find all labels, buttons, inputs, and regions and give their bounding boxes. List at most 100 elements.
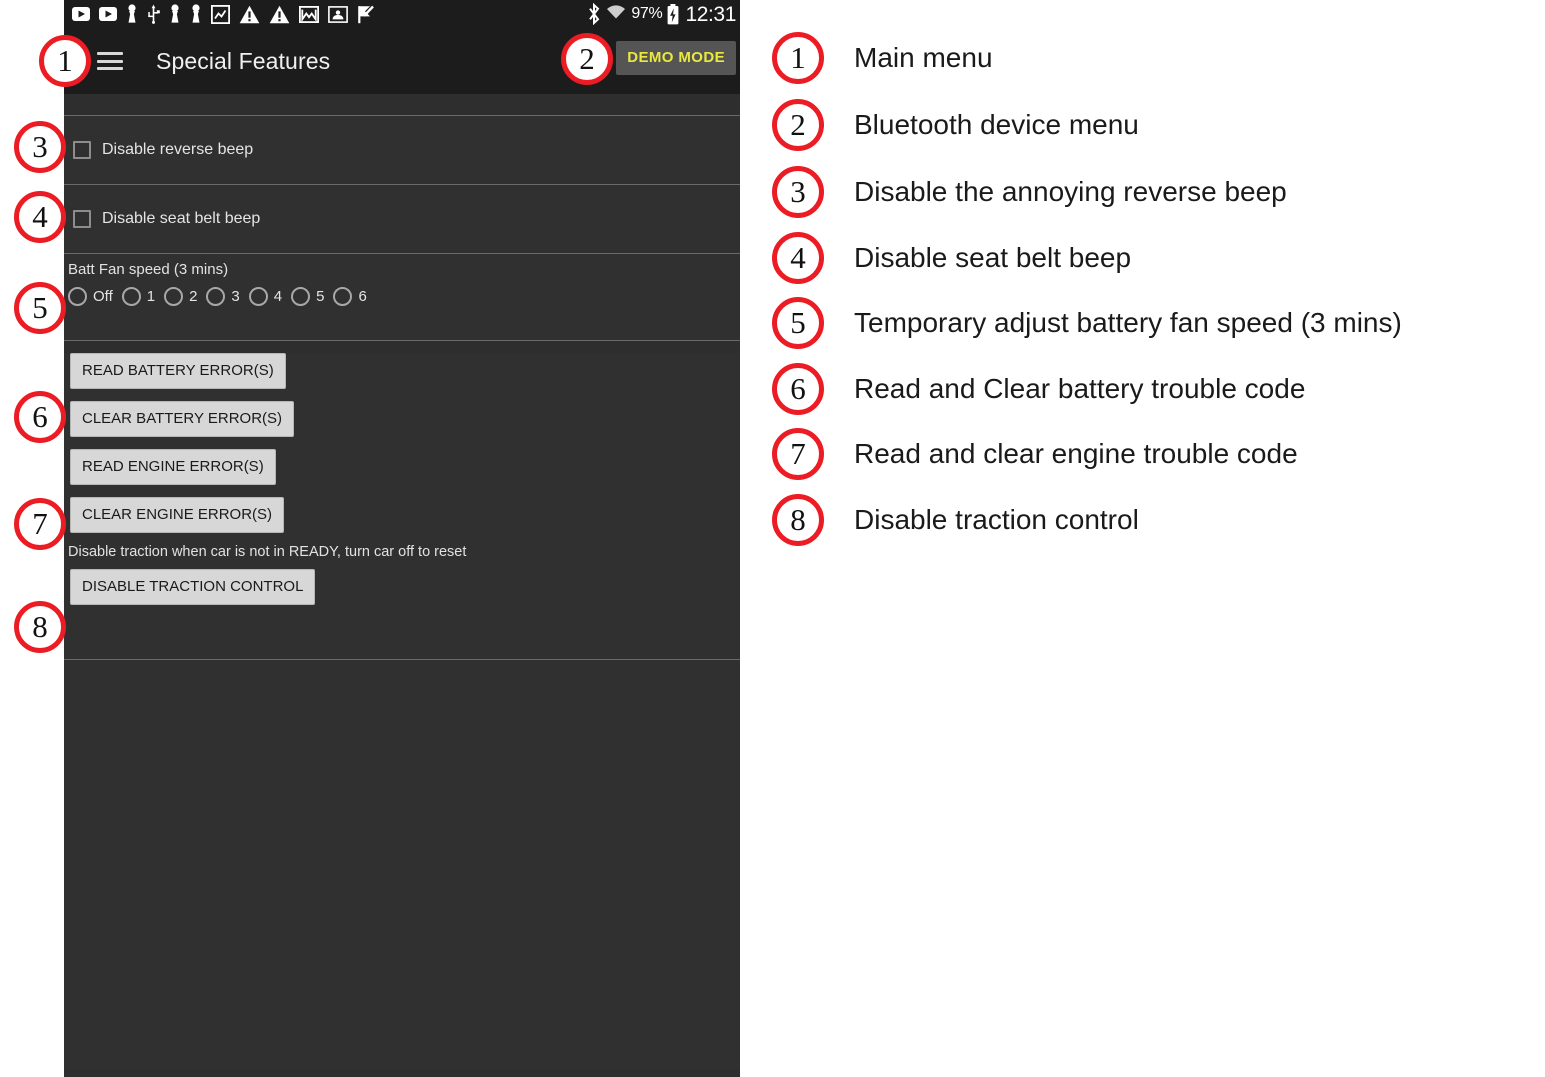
radio-option-fan-2[interactable]: 2 — [164, 287, 197, 306]
radio-label: 5 — [316, 288, 325, 305]
label-disable-seat-belt-beep: Disable seat belt beep — [102, 210, 261, 227]
status-bar-clock: 12:31 — [685, 2, 736, 26]
legend-text-6: Read and Clear battery trouble code — [854, 373, 1306, 404]
clear-battery-errors-button[interactable]: CLEAR BATTERY ERROR(S) — [70, 401, 295, 437]
setting-row-disable-reverse-beep[interactable]: Disable reverse beep — [64, 116, 740, 184]
legend-text-3: Disable the annoying reverse beep — [854, 176, 1287, 207]
legend-item-1: 1 Main menu — [772, 32, 993, 84]
radio-circle-icon[interactable] — [333, 287, 353, 306]
button-row: CLEAR ENGINE ERROR(S) — [64, 497, 740, 533]
callout-marker-4: 4 — [14, 191, 66, 243]
callout-marker-8: 8 — [14, 601, 66, 653]
empty-list-area — [64, 660, 740, 1069]
radio-circle-icon[interactable] — [206, 287, 226, 306]
hamburger-line — [97, 59, 123, 63]
radio-circle-icon[interactable] — [121, 287, 141, 306]
read-engine-errors-button[interactable]: READ ENGINE ERROR(S) — [70, 449, 276, 485]
android-status-bar: 97% 12:31 — [64, 0, 740, 28]
radio-circle-icon[interactable] — [164, 287, 184, 306]
radio-option-fan-1[interactable]: 1 — [121, 287, 156, 306]
usb-icon — [148, 4, 160, 24]
radio-option-fan-5[interactable]: 5 — [291, 287, 324, 306]
legend-text-8: Disable traction control — [854, 504, 1139, 535]
wifi-icon — [607, 5, 626, 23]
checked-flag-icon — [358, 5, 374, 23]
legend-marker-8: 8 — [772, 494, 824, 546]
button-row: DISABLE TRACTION CONTROL — [64, 569, 740, 605]
photo-icon — [211, 4, 230, 24]
legend-item-2: 2 Bluetooth device menu — [772, 99, 1139, 151]
warning-triangle-icon — [269, 5, 290, 23]
radio-option-fan-off[interactable]: Off — [68, 287, 113, 306]
legend-marker-5: 5 — [772, 297, 824, 349]
radio-circle-icon[interactable] — [291, 287, 311, 306]
disable-traction-control-button[interactable]: DISABLE TRACTION CONTROL — [70, 569, 316, 605]
setting-row-batt-fan-speed: Batt Fan speed (3 mins) Off 1 2 3 4 5 6 — [64, 254, 740, 340]
diagnostics-button-group: READ BATTERY ERROR(S) CLEAR BATTERY ERRO… — [64, 353, 740, 659]
label-disable-reverse-beep: Disable reverse beep — [102, 141, 254, 158]
label-batt-fan-speed: Batt Fan speed (3 mins) — [68, 261, 229, 278]
clear-engine-errors-button[interactable]: CLEAR ENGINE ERROR(S) — [70, 497, 285, 533]
battery-percent-label: 97% — [631, 5, 663, 22]
callout-marker-2: 2 — [561, 33, 613, 85]
radio-label: 4 — [273, 288, 283, 305]
chess-pawn-icon — [128, 4, 136, 23]
settings-list: Disable reverse beep Disable seat belt b… — [64, 94, 740, 1077]
legend-item-8: 8 Disable traction control — [772, 494, 1139, 546]
callout-marker-7: 7 — [14, 498, 66, 550]
legend-marker-6: 6 — [772, 363, 824, 415]
callout-marker-1: 1 — [39, 35, 91, 87]
list-divider — [64, 340, 740, 341]
keyboard-icon — [328, 5, 348, 23]
radio-circle-icon[interactable] — [248, 287, 268, 306]
page-title: Special Features — [156, 47, 331, 74]
radio-circle-icon[interactable] — [68, 287, 87, 306]
legend-marker-3: 3 — [772, 166, 824, 218]
battery-charging-icon — [668, 3, 679, 24]
legend-text-2: Bluetooth device menu — [854, 109, 1139, 140]
checkbox-disable-seat-belt-beep[interactable] — [73, 210, 91, 228]
demo-mode-button[interactable]: DEMO MODE — [616, 41, 736, 75]
status-bar-system-icons: 97% 12:31 — [587, 0, 736, 28]
legend-marker-7: 7 — [772, 428, 824, 480]
button-row: READ ENGINE ERROR(S) — [64, 449, 740, 485]
radio-option-fan-3[interactable]: 3 — [206, 287, 240, 306]
status-bar-notification-icons — [72, 4, 375, 24]
legend-text-7: Read and clear engine trouble code — [854, 438, 1298, 469]
bluetooth-icon — [589, 3, 600, 25]
radio-option-fan-4[interactable]: 4 — [248, 287, 283, 306]
legend-marker-1: 1 — [772, 32, 824, 84]
legend-text-1: Main menu — [854, 42, 993, 73]
button-row: READ BATTERY ERROR(S) — [64, 353, 740, 389]
traction-control-note: Disable traction when car is not in READ… — [68, 544, 467, 560]
legend-text-4: Disable seat belt beep — [854, 242, 1132, 273]
setting-row-disable-seat-belt-beep[interactable]: Disable seat belt beep — [64, 185, 740, 253]
chess-pawn-icon — [192, 4, 200, 23]
legend-text-5: Temporary adjust battery fan speed (3 mi… — [854, 307, 1402, 338]
radio-option-fan-6[interactable]: 6 — [333, 287, 367, 306]
legend-item-6: 6 Read and Clear battery trouble code — [772, 363, 1305, 415]
chess-pawn-icon — [171, 4, 179, 23]
legend-item-4: 4 Disable seat belt beep — [772, 232, 1131, 284]
read-battery-errors-button[interactable]: READ BATTERY ERROR(S) — [70, 353, 286, 389]
legend-item-5: 5 Temporary adjust battery fan speed (3 m… — [772, 297, 1402, 349]
callout-marker-6: 6 — [14, 391, 66, 443]
warning-triangle-icon — [239, 5, 260, 23]
checkbox-disable-reverse-beep[interactable] — [73, 141, 91, 159]
legend-list: 1 Main menu 2 Bluetooth device menu 3 Disable… — [772, 0, 1545, 1077]
radio-label: 3 — [231, 288, 240, 305]
legend-item-7: 7 Read and clear engine trouble code — [772, 428, 1298, 480]
legend-item-3: 3 Disable the annoying reverse beep — [772, 166, 1287, 218]
radio-label: 2 — [189, 288, 198, 305]
radio-label: 1 — [146, 288, 156, 305]
phone-screenshot: 97% 12:31 Special Features DEMO MODE Dis… — [64, 0, 740, 1077]
legend-marker-4: 4 — [772, 232, 824, 284]
app-action-bar: Special Features DEMO MODE — [64, 28, 740, 94]
hamburger-menu-icon[interactable] — [97, 52, 123, 70]
callout-marker-5: 5 — [14, 282, 66, 334]
callout-marker-3: 3 — [14, 121, 66, 173]
radio-group-fan-speed[interactable]: Off 1 2 3 4 5 6 — [68, 287, 740, 306]
youtube-play-icon — [72, 7, 90, 21]
radio-label: 6 — [358, 288, 367, 305]
legend-marker-2: 2 — [772, 99, 824, 151]
